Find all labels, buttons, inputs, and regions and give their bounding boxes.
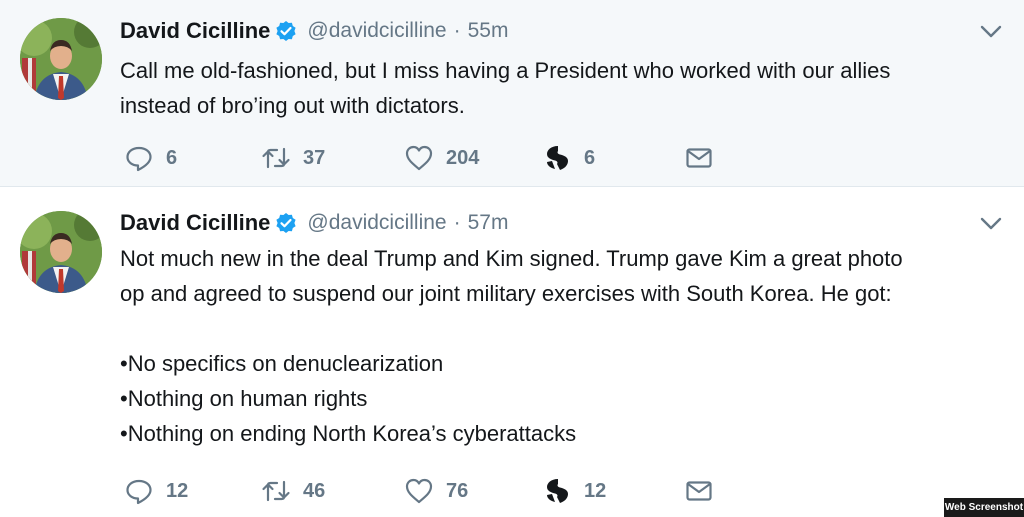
watermark: Web Screenshot: [944, 498, 1024, 517]
retweet-count: 37: [303, 146, 326, 169]
separator: ·: [453, 211, 461, 234]
reply-button[interactable]: 12: [124, 476, 188, 506]
retweet-button[interactable]: 37: [261, 143, 325, 173]
direct-message-button[interactable]: [684, 143, 714, 173]
reply-count: 12: [166, 479, 189, 502]
direct-message-icon: [686, 481, 712, 501]
s-share-icon: [547, 479, 568, 503]
share-button[interactable]: 6: [542, 143, 595, 173]
chevron-down-icon[interactable]: [980, 217, 1002, 231]
tweet-header: David Cicilline @davidcicilline · 55m: [120, 16, 508, 46]
avatar[interactable]: [20, 211, 102, 293]
reply-icon: [126, 479, 152, 505]
like-count: 76: [446, 479, 469, 502]
retweet-button[interactable]: 46: [261, 476, 325, 506]
avatar[interactable]: [20, 18, 102, 100]
author-handle[interactable]: @davidcicilline: [307, 211, 446, 235]
tweet-text-line: Call me old-fashioned, but I miss having…: [120, 58, 891, 83]
like-button[interactable]: 204: [404, 143, 479, 173]
bullet-item: •Nothing on human rights: [120, 386, 368, 411]
tweet-1[interactable]: David Cicilline @davidcicilline · 55m Ca…: [0, 0, 1024, 187]
reply-button[interactable]: 6: [124, 143, 177, 173]
share-count: 12: [584, 479, 607, 502]
heart-icon: [405, 145, 433, 171]
bullet-item: •No specifics on denuclearization: [120, 351, 444, 376]
tweet-text-line: instead of bro’ing out with dictators.: [120, 93, 465, 118]
author-name[interactable]: David Cicilline: [120, 210, 270, 236]
separator: ·: [453, 19, 461, 42]
timestamp[interactable]: 57m: [468, 211, 509, 235]
verified-badge-icon: [275, 20, 297, 42]
tweet-2[interactable]: David Cicilline @davidcicilline · 57m No…: [0, 188, 1024, 517]
share-count: 6: [584, 146, 596, 169]
tweet-header: David Cicilline @davidcicilline · 57m: [120, 208, 508, 238]
direct-message-button[interactable]: [684, 476, 714, 506]
share-button[interactable]: 12: [542, 476, 606, 506]
author-handle[interactable]: @davidcicilline: [307, 19, 446, 43]
tweet-text-line: Not much new in the deal Trump and Kim s…: [120, 246, 903, 271]
like-count: 204: [446, 146, 480, 169]
bullet-item: •Nothing on ending North Korea’s cyberat…: [120, 421, 577, 446]
author-name[interactable]: David Cicilline: [120, 18, 270, 44]
chevron-down-icon[interactable]: [980, 25, 1002, 39]
tweet-text: Not much new in the deal Trump and Kim s…: [120, 241, 1005, 451]
retweet-icon: [262, 480, 290, 502]
retweet-count: 46: [303, 479, 326, 502]
timestamp[interactable]: 55m: [468, 19, 509, 43]
tweet-text: Call me old-fashioned, but I miss having…: [120, 53, 1005, 123]
s-share-icon: [547, 146, 568, 170]
verified-badge-icon: [275, 212, 297, 234]
reply-icon: [126, 146, 152, 172]
like-button[interactable]: 76: [404, 476, 468, 506]
heart-icon: [405, 478, 433, 504]
retweet-icon: [262, 147, 290, 169]
tweet-text-line: op and agreed to suspend our joint milit…: [120, 281, 892, 306]
direct-message-icon: [686, 148, 712, 168]
reply-count: 6: [166, 146, 178, 169]
